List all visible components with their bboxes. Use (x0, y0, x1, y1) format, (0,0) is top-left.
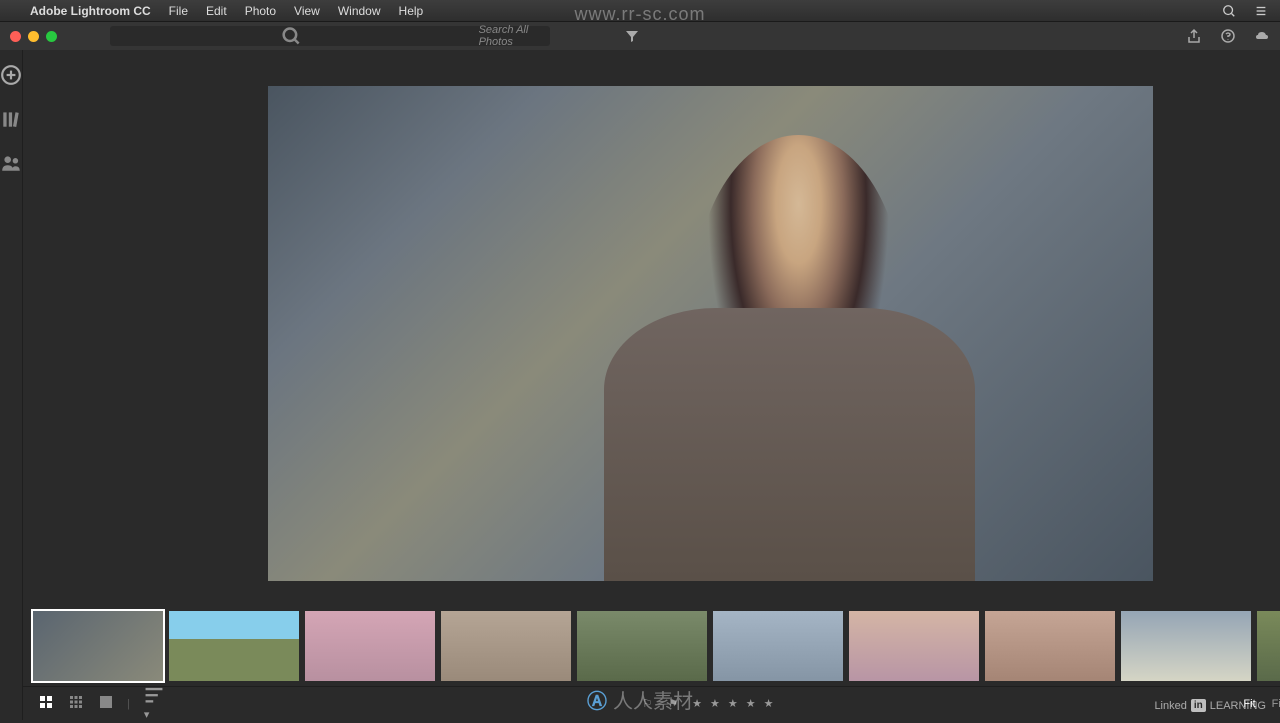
share-icon[interactable] (1186, 28, 1202, 44)
library-icon[interactable] (0, 108, 22, 130)
grid-view-large[interactable] (65, 693, 87, 714)
flag-reject[interactable]: ⚑ (664, 695, 682, 712)
macos-menubar: Adobe Lightroom CC File Edit Photo View … (0, 0, 1280, 22)
sort-button[interactable]: ▾ (140, 684, 173, 722)
main-photo (268, 86, 1153, 581)
search-placeholder: Search All Photos (479, 24, 551, 48)
zoom-fill[interactable]: Fill (1268, 696, 1280, 712)
window-titlebar: Search All Photos (0, 22, 1280, 50)
linkedin-learning-badge: Linkedin LEARNING (1154, 699, 1266, 712)
spotlight-icon[interactable] (1222, 4, 1236, 18)
filmstrip (23, 606, 1280, 686)
bottom-toolbar: | ▾ ⚐ ⚑ ★★★★★ Fit Fill 1:1 (23, 686, 1280, 720)
thumbnail-7[interactable] (849, 611, 979, 681)
help-icon[interactable] (1220, 28, 1236, 44)
menu-file[interactable]: File (169, 4, 188, 18)
menu-photo[interactable]: Photo (245, 4, 276, 18)
single-view[interactable] (95, 693, 117, 714)
traffic-lights (10, 31, 57, 42)
thumbnail-10[interactable] (1257, 611, 1280, 681)
thumbnail-5[interactable] (577, 611, 707, 681)
thumbnail-6[interactable] (713, 611, 843, 681)
menu-list-icon[interactable] (1254, 4, 1268, 18)
search-input[interactable]: Search All Photos (110, 26, 550, 46)
thumbnail-3[interactable] (305, 611, 435, 681)
thumbnail-8[interactable] (985, 611, 1115, 681)
menu-view[interactable]: View (294, 4, 320, 18)
left-rail (0, 50, 23, 720)
star-rating[interactable]: ★★★★★ (692, 697, 773, 710)
app-name[interactable]: Adobe Lightroom CC (30, 4, 151, 18)
add-photos-button[interactable] (0, 64, 22, 86)
minimize-window[interactable] (28, 31, 39, 42)
thumbnail-4[interactable] (441, 611, 571, 681)
people-icon[interactable] (0, 152, 22, 174)
center-area: | ▾ ⚐ ⚑ ★★★★★ Fit Fill 1:1 (23, 50, 1280, 720)
cloud-icon[interactable] (1254, 28, 1270, 44)
grid-view-small[interactable] (35, 693, 57, 714)
thumbnail-2[interactable] (169, 611, 299, 681)
thumbnail-9[interactable] (1121, 611, 1251, 681)
menu-window[interactable]: Window (338, 4, 381, 18)
filter-icon[interactable] (624, 28, 640, 44)
maximize-window[interactable] (46, 31, 57, 42)
photo-viewer[interactable] (23, 50, 1280, 606)
menu-help[interactable]: Help (399, 4, 424, 18)
close-window[interactable] (10, 31, 21, 42)
thumbnail-1[interactable] (33, 611, 163, 681)
flag-pick[interactable]: ⚐ (638, 695, 656, 712)
menu-edit[interactable]: Edit (206, 4, 227, 18)
